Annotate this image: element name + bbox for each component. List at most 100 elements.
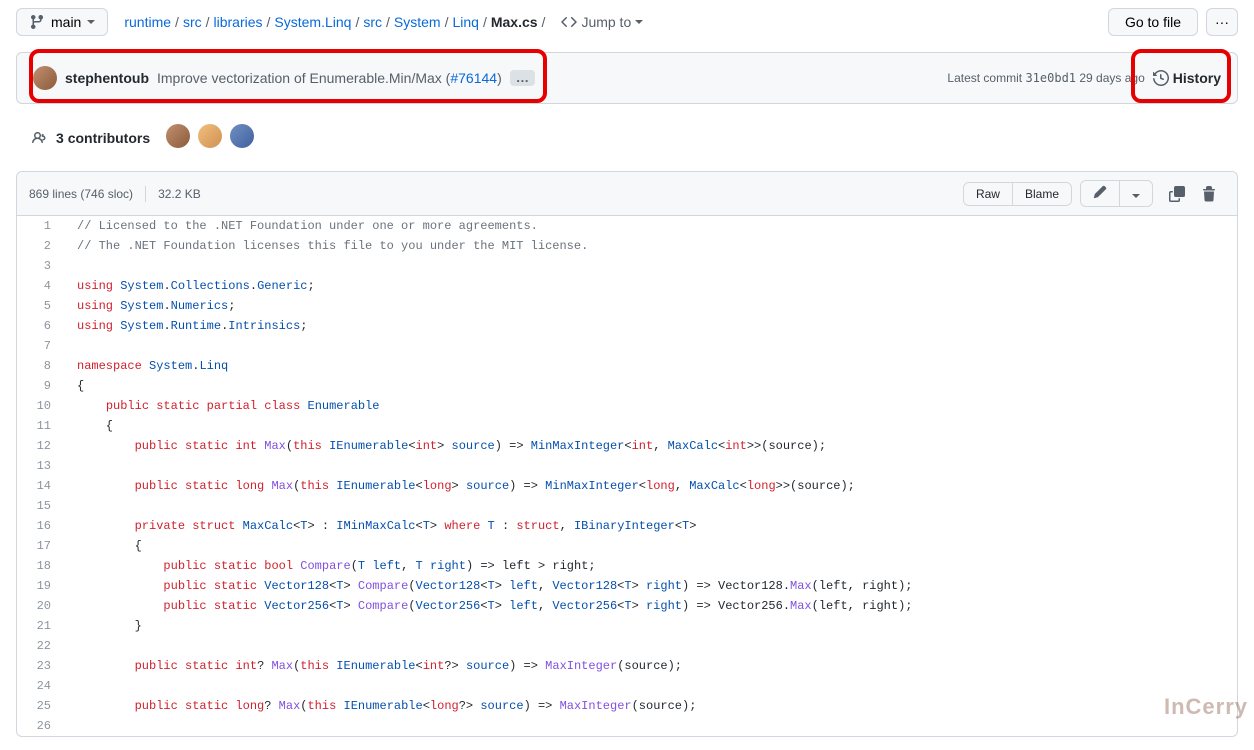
breadcrumb-link[interactable]: System [394, 14, 441, 30]
code-line[interactable]: { [67, 416, 113, 436]
raw-button[interactable]: Raw [964, 183, 1013, 205]
line-number[interactable]: 5 [17, 296, 67, 316]
file-line-count: 869 lines (746 sloc) [29, 187, 133, 201]
breadcrumb-link[interactable]: System.Linq [274, 14, 351, 30]
code-line[interactable]: private struct MaxCalc<T> : IMinMaxCalc<… [67, 516, 696, 536]
edit-group [1080, 180, 1153, 207]
commit-info-box: stephentoub Improve vectorization of Enu… [16, 52, 1238, 104]
line-number[interactable]: 10 [17, 396, 67, 416]
line-number[interactable]: 22 [17, 636, 67, 656]
view-mode-group: Raw Blame [963, 182, 1072, 206]
code-content[interactable]: 1// Licensed to the .NET Foundation unde… [17, 216, 1237, 736]
code-line[interactable]: // Licensed to the .NET Foundation under… [67, 216, 538, 236]
expand-commit-button[interactable]: … [510, 70, 535, 86]
file-size: 32.2 KB [158, 187, 201, 201]
code-line[interactable]: public static bool Compare(T left, T rig… [67, 556, 596, 576]
line-number[interactable]: 12 [17, 436, 67, 456]
pr-link[interactable]: #76144 [450, 70, 497, 86]
code-line[interactable]: public static Vector128<T> Compare(Vecto… [67, 576, 912, 596]
commit-sha[interactable]: 31e0bd1 [1025, 71, 1076, 85]
line-number[interactable]: 11 [17, 416, 67, 436]
more-options-button[interactable]: ··· [1206, 8, 1238, 36]
go-to-file-button[interactable]: Go to file [1108, 8, 1198, 36]
line-number[interactable]: 4 [17, 276, 67, 296]
file-header-bar: main runtime/ src/ libraries/ System.Lin… [16, 0, 1238, 52]
code-line[interactable]: public static partial class Enumerable [67, 396, 380, 416]
line-number[interactable]: 6 [17, 316, 67, 336]
blame-button[interactable]: Blame [1013, 183, 1071, 205]
line-number[interactable]: 3 [17, 256, 67, 276]
line-number[interactable]: 21 [17, 616, 67, 636]
code-line[interactable]: { [67, 536, 142, 556]
copy-icon [1169, 186, 1185, 202]
history-icon [1153, 70, 1169, 86]
line-number[interactable]: 25 [17, 696, 67, 716]
code-line[interactable] [67, 336, 77, 356]
history-button[interactable]: History [1153, 70, 1221, 86]
code-line[interactable]: } [67, 616, 142, 636]
breadcrumb-link[interactable]: Linq [452, 14, 478, 30]
people-icon [32, 130, 48, 146]
branch-name: main [51, 14, 81, 30]
pencil-icon [1093, 185, 1107, 199]
copy-button[interactable] [1161, 182, 1193, 206]
line-number[interactable]: 17 [17, 536, 67, 556]
code-line[interactable] [67, 676, 77, 696]
line-number[interactable]: 7 [17, 336, 67, 356]
file-toolbar: 869 lines (746 sloc) 32.2 KB Raw Blame [17, 172, 1237, 216]
breadcrumb: runtime/ src/ libraries/ System.Linq/ sr… [124, 14, 545, 30]
contributors-label[interactable]: 3 contributors [56, 130, 150, 146]
code-line[interactable] [67, 496, 77, 516]
contributor-avatar[interactable] [230, 124, 254, 148]
jump-to-button[interactable]: Jump to [561, 14, 643, 30]
line-number[interactable]: 8 [17, 356, 67, 376]
line-number[interactable]: 26 [17, 716, 67, 736]
edit-button[interactable] [1081, 181, 1120, 206]
avatar[interactable] [33, 66, 57, 90]
code-line[interactable]: public static Vector256<T> Compare(Vecto… [67, 596, 912, 616]
code-line[interactable] [67, 256, 77, 276]
line-number[interactable]: 18 [17, 556, 67, 576]
line-number[interactable]: 20 [17, 596, 67, 616]
line-number[interactable]: 14 [17, 476, 67, 496]
edit-dropdown-button[interactable] [1120, 181, 1152, 206]
line-number[interactable]: 15 [17, 496, 67, 516]
code-line[interactable]: using System.Collections.Generic; [67, 276, 315, 296]
code-line[interactable]: // The .NET Foundation licenses this fil… [67, 236, 588, 256]
commit-meta: Latest commit 31e0bd1 29 days ago [947, 71, 1144, 85]
line-number[interactable]: 23 [17, 656, 67, 676]
line-number[interactable]: 16 [17, 516, 67, 536]
line-number[interactable]: 2 [17, 236, 67, 256]
contributor-avatar[interactable] [166, 124, 190, 148]
line-number[interactable]: 19 [17, 576, 67, 596]
caret-down-icon [1132, 194, 1140, 198]
contributors-bar: 3 contributors [16, 112, 1238, 171]
delete-button[interactable] [1193, 182, 1225, 206]
breadcrumb-link[interactable]: runtime [124, 14, 171, 30]
breadcrumb-link[interactable]: libraries [214, 14, 263, 30]
code-line[interactable]: using System.Runtime.Intrinsics; [67, 316, 307, 336]
code-line[interactable] [67, 636, 77, 656]
code-line[interactable] [67, 456, 77, 476]
line-number[interactable]: 13 [17, 456, 67, 476]
breadcrumb-link[interactable]: src [183, 14, 202, 30]
branch-select-button[interactable]: main [16, 8, 108, 36]
line-number[interactable]: 9 [17, 376, 67, 396]
code-line[interactable]: public static long Max(this IEnumerable<… [67, 476, 855, 496]
caret-down-icon [635, 20, 643, 24]
file-viewer: 869 lines (746 sloc) 32.2 KB Raw Blame 1… [16, 171, 1238, 737]
commit-author[interactable]: stephentoub [65, 70, 149, 86]
code-line[interactable]: public static long? Max(this IEnumerable… [67, 696, 696, 716]
line-number[interactable]: 24 [17, 676, 67, 696]
trash-icon [1201, 186, 1217, 202]
breadcrumb-link[interactable]: src [363, 14, 382, 30]
commit-message[interactable]: Improve vectorization of Enumerable.Min/… [157, 70, 502, 86]
code-line[interactable]: { [67, 376, 84, 396]
code-line[interactable]: public static int? Max(this IEnumerable<… [67, 656, 682, 676]
line-number[interactable]: 1 [17, 216, 67, 236]
contributor-avatar[interactable] [198, 124, 222, 148]
code-line[interactable]: using System.Numerics; [67, 296, 235, 316]
code-line[interactable]: namespace System.Linq [67, 356, 228, 376]
code-line[interactable]: public static int Max(this IEnumerable<i… [67, 436, 826, 456]
code-line[interactable] [67, 716, 77, 736]
